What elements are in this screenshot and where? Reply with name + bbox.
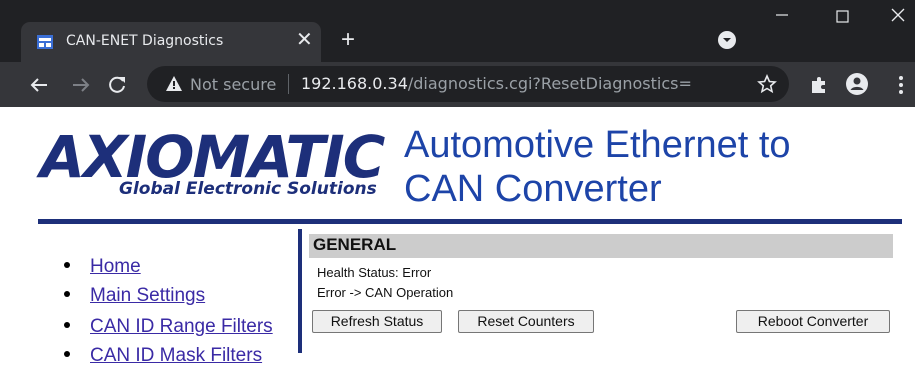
bullet-icon [64, 321, 70, 328]
nav-link-main-settings[interactable]: Main Settings [90, 285, 205, 306]
site-favicon-icon [37, 35, 53, 49]
extensions-puzzle-icon[interactable] [808, 74, 830, 96]
error-detail-text: Error -> CAN Operation [317, 285, 454, 300]
window-close-icon[interactable] [888, 5, 908, 25]
nav-link-can-id-range-filters[interactable]: CAN ID Range Filters [90, 316, 273, 337]
browser-tab[interactable]: CAN-ENET Diagnostics ✕ [21, 22, 321, 62]
general-section-header: GENERAL [309, 234, 893, 258]
nav-link-home[interactable]: Home [90, 256, 141, 277]
forward-arrow-icon[interactable] [70, 74, 92, 96]
tab-close-icon[interactable]: ✕ [296, 30, 313, 50]
new-tab-button[interactable]: + [341, 28, 355, 52]
not-secure-label[interactable]: Not secure [190, 75, 276, 94]
bullet-icon [64, 350, 70, 357]
header-divider [38, 219, 902, 224]
page-title-line1: Automotive Ethernet to [404, 124, 791, 166]
reset-counters-button[interactable]: Reset Counters [458, 310, 594, 333]
logo-wordmark: AXIOMATIC [40, 123, 385, 191]
warning-triangle-icon[interactable] [165, 75, 183, 93]
window-minimize-icon[interactable] [772, 5, 792, 25]
omnibox-separator [288, 74, 289, 94]
nav-item-can-id-mask-filters[interactable]: CAN ID Mask Filters [64, 345, 262, 367]
tab-title: CAN-ENET Diagnostics [66, 33, 224, 49]
refresh-status-button[interactable]: Refresh Status [312, 310, 442, 333]
url-text[interactable]: 192.168.0.34/diagnostics.cgi?ResetDiagno… [301, 74, 692, 93]
nav-link-can-id-mask-filters[interactable]: CAN ID Mask Filters [90, 345, 262, 366]
bookmark-star-icon[interactable] [757, 74, 777, 94]
url-host: 192.168.0.34 [301, 74, 408, 93]
back-arrow-icon[interactable] [28, 74, 50, 96]
reload-icon[interactable] [106, 74, 128, 96]
reboot-converter-button[interactable]: Reboot Converter [736, 310, 890, 333]
general-section-title: GENERAL [313, 235, 397, 254]
logo-tagline: Global Electronic Solutions [119, 179, 377, 199]
browser-menu-icon[interactable] [890, 74, 912, 96]
axiomatic-logo[interactable]: AXIOMATIC Global Electronic Solutions [40, 128, 390, 200]
bullet-icon [64, 290, 70, 297]
page-title-line2: CAN Converter [404, 168, 662, 210]
nav-item-main-settings[interactable]: Main Settings [64, 285, 205, 307]
browser-toolbar: Not secure 192.168.0.34/diagnostics.cgi?… [0, 62, 915, 107]
nav-item-can-id-range-filters[interactable]: CAN ID Range Filters [64, 316, 273, 338]
vertical-divider [298, 229, 302, 353]
profile-avatar-icon[interactable] [846, 73, 868, 95]
health-status-text: Health Status: Error [317, 265, 432, 280]
url-path: /diagnostics.cgi?ResetDiagnostics= [407, 74, 692, 93]
address-bar[interactable]: Not secure 192.168.0.34/diagnostics.cgi?… [147, 66, 789, 102]
window-maximize-icon[interactable] [833, 6, 853, 26]
browser-tabstrip: CAN-ENET Diagnostics ✕ + [0, 0, 915, 62]
tab-search-icon[interactable] [718, 31, 736, 49]
bullet-icon [64, 261, 70, 268]
page-title: Automotive Ethernet to CAN Converter [404, 123, 791, 211]
nav-item-home[interactable]: Home [64, 256, 141, 278]
